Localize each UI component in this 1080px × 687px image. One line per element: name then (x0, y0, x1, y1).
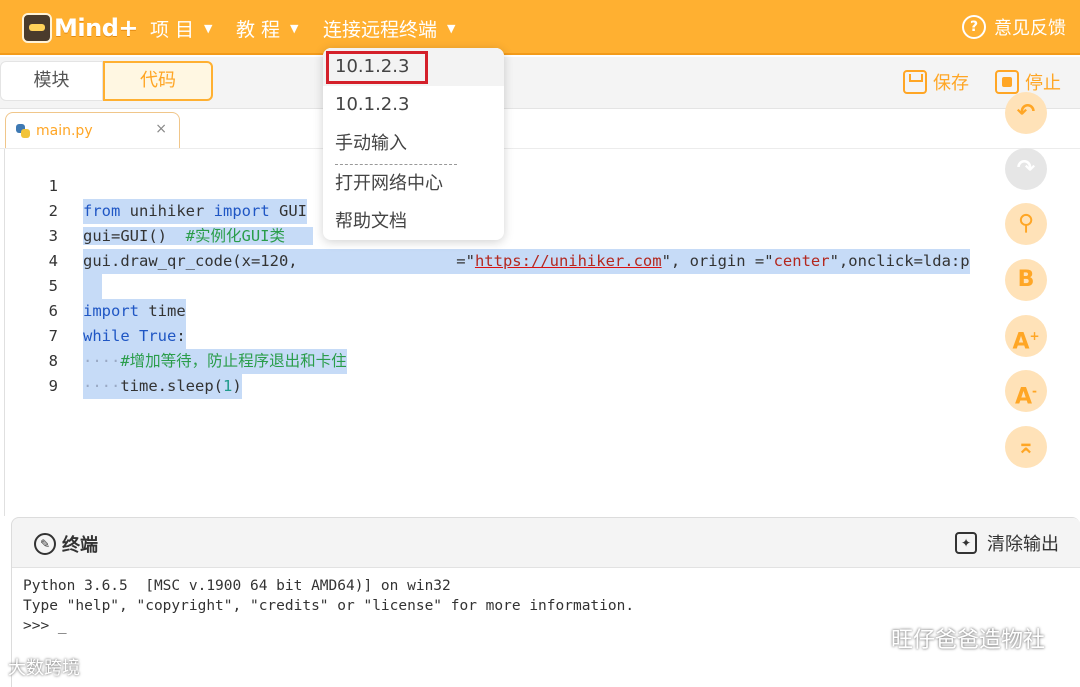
clear-output-label: 清除输出 (987, 534, 1059, 555)
whitespace-dots: ···· (83, 377, 121, 395)
watermark-text: 旺仔爸爸造物社 (890, 628, 1045, 653)
save-button[interactable]: 保存 (903, 67, 969, 97)
scroll-top-icon: ⌅ (1016, 434, 1036, 459)
stop-icon (995, 70, 1019, 94)
undo-button[interactable]: ↶ (1005, 92, 1047, 134)
format-b-label: B (1017, 267, 1035, 292)
dropdown-item-help-docs[interactable]: 帮助文档 (323, 203, 504, 241)
code-line: 3 gui.draw_qr_code(x=120, ="https://unih… (0, 199, 1080, 274)
remote-terminal-dropdown: 10.1.2.3 10.1.2.3 手动输入 打开网络中心 帮助文档 (323, 48, 504, 240)
file-tab-main-py[interactable]: main.py × (5, 112, 180, 148)
wechat-watermark: 旺仔爸爸造物社 (850, 622, 1045, 654)
search-icon: ⚲ (1017, 211, 1035, 236)
font-increase-button[interactable]: A+ (1005, 315, 1047, 357)
terminal-prompt[interactable]: >>> _ (23, 616, 67, 636)
code-line: 4 (0, 224, 1080, 299)
font-decrease-icon: A (1014, 384, 1033, 410)
terminal-line: Python 3.6.5 [MSC v.1900 64 bit AMD64)] … (23, 578, 451, 594)
wechat-icon (850, 627, 881, 649)
code-line: 1 from unihiker import GUI (0, 149, 1080, 224)
code-line: 8 ····time.sleep(1) (0, 324, 1080, 399)
terminal-line: Type "help", "copyright", "credits" or "… (23, 598, 635, 614)
logo-text: Mind+ (54, 14, 138, 42)
mode-toolbar: 模块 代码 保存 停止 (0, 57, 1080, 109)
dropdown-item-ip-highlighted[interactable]: 10.1.2.3 (326, 51, 428, 84)
chevron-down-icon: ▼ (204, 21, 213, 35)
chevron-down-icon: ▼ (290, 21, 299, 35)
format-b-button[interactable]: B (1005, 259, 1047, 301)
menu-tutorial-label: 教 程 (236, 18, 281, 41)
tab-code[interactable]: 代码 (103, 61, 213, 101)
scroll-top-button[interactable]: ⌅ (1005, 426, 1047, 468)
terminal-panel: ✎ 终端 ✦ 清除输出 Python 3.6.5 [MSC v.1900 64 … (11, 517, 1080, 687)
dropdown-item-ip[interactable]: 10.1.2.3 (323, 86, 504, 124)
code-line: 9 (0, 349, 1080, 395)
tab-blocks[interactable]: 模块 (0, 61, 103, 101)
terminal-title-label: 终端 (62, 535, 98, 556)
dropdown-item-manual-input[interactable]: 手动输入 (323, 125, 504, 163)
font-increase-icon: A (1012, 329, 1030, 355)
code-editor[interactable]: 1 from unihiker import GUI 2 gui=GUI() #… (0, 148, 1080, 516)
line-number: 9 (48, 377, 58, 395)
save-icon (903, 70, 927, 94)
top-menu-bar: Mind+ 项 目 ▼ 教 程 ▼ 连接远程终端 ▼ ? 意见反馈 (0, 0, 1080, 55)
watermark-text: 大数跨境 (8, 658, 80, 679)
close-icon[interactable]: × (155, 121, 167, 137)
app-logo[interactable]: Mind+ (22, 9, 138, 47)
python-icon (16, 123, 30, 138)
menu-project[interactable]: 项 目 ▼ (150, 15, 213, 41)
code-line: 7 ····#增加等待，防止程序退出和卡住 (0, 299, 1080, 374)
minus-mark: - (1032, 384, 1037, 398)
code-line: 6 while True: (0, 274, 1080, 349)
feedback-label: 意见反馈 (994, 18, 1066, 39)
stop-label: 停止 (1025, 73, 1061, 94)
code-line: 2 gui=GUI() #实例化GUI类 (0, 174, 1080, 245)
font-decrease-button[interactable]: A- (1005, 370, 1047, 412)
save-label: 保存 (933, 73, 969, 94)
code-text: ····time.sleep(1) (83, 374, 242, 399)
question-icon: ? (962, 15, 986, 39)
menu-connect-remote[interactable]: 连接远程终端 ▼ (323, 15, 455, 41)
code-line: 5 import time (0, 249, 1080, 324)
code-number: 1 (222, 377, 233, 395)
eraser-icon: ✦ (955, 532, 977, 554)
file-tab-bar: main.py × (0, 110, 1080, 148)
dropdown-item-network-center[interactable]: 打开网络中心 (323, 165, 504, 203)
plus-mark: + (1029, 329, 1040, 343)
file-tab-name: main.py (36, 122, 93, 139)
feedback-button[interactable]: ? 意见反馈 (962, 14, 1066, 40)
clear-output-button[interactable]: ✦ 清除输出 (955, 530, 1059, 556)
code-fragment: ) (232, 377, 242, 395)
terminal-title: ✎ 终端 (34, 531, 98, 557)
chevron-down-icon: ▼ (447, 21, 456, 35)
menu-project-label: 项 目 (150, 18, 195, 41)
code-fragment: time.sleep( (120, 377, 223, 395)
menu-connect-remote-label: 连接远程终端 (323, 18, 438, 41)
search-button[interactable]: ⚲ (1005, 203, 1047, 245)
redo-button[interactable]: ↷ (1005, 148, 1047, 190)
logo-robot-icon (22, 13, 52, 43)
menu-tutorial[interactable]: 教 程 ▼ (236, 15, 299, 41)
terminal-header: ✎ 终端 ✦ 清除输出 (12, 518, 1080, 568)
corner-watermark: 大数跨境 (8, 654, 80, 680)
terminal-icon: ✎ (34, 533, 56, 555)
